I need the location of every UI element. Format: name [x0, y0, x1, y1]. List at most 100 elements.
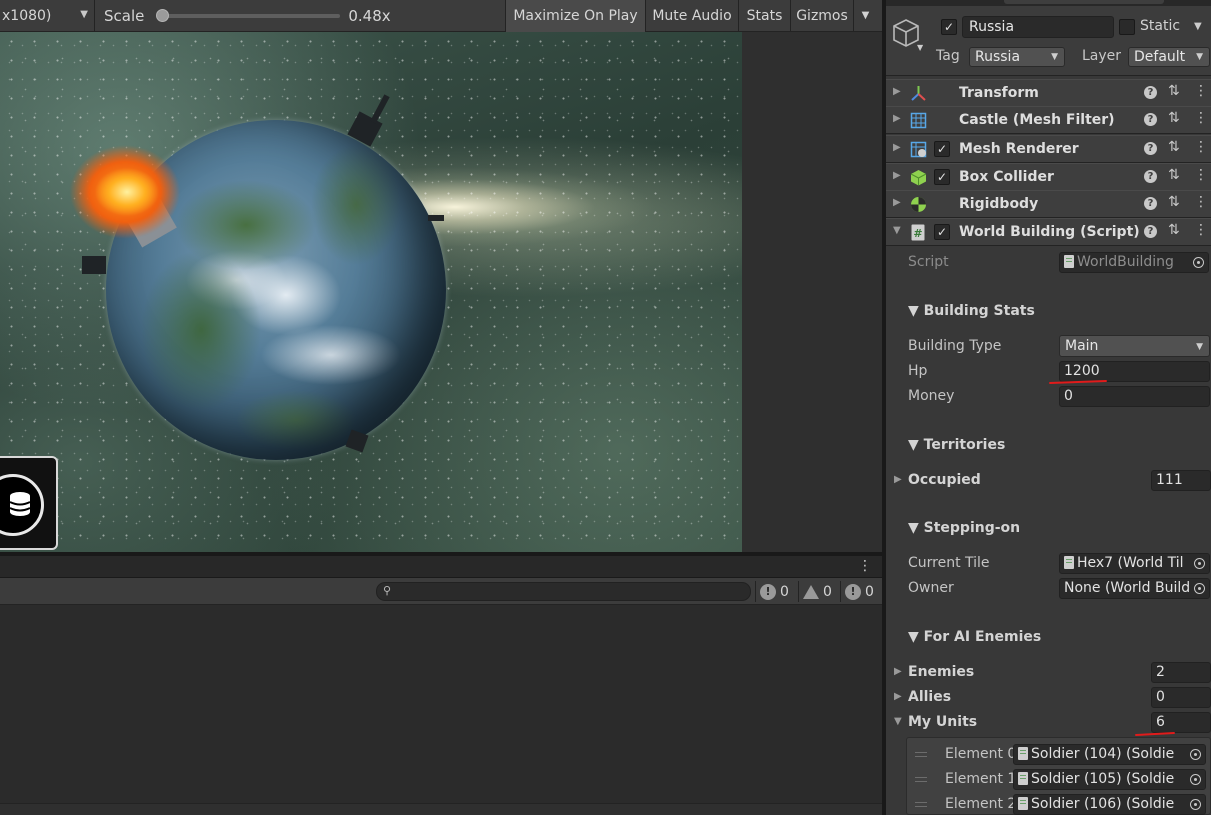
list-item[interactable]: Element 1 Soldier (105) (Soldie — [907, 767, 1211, 792]
maximize-on-play-button[interactable]: Maximize On Play — [505, 0, 645, 32]
box-collider-icon — [910, 170, 927, 186]
console-search-input[interactable]: ⚲ — [376, 582, 751, 601]
building-type-dropdown[interactable]: Main ▼ — [1059, 335, 1210, 357]
drag-handle-icon[interactable] — [915, 752, 927, 757]
console-scrollbar[interactable] — [0, 803, 882, 815]
stats-button[interactable]: Stats — [738, 0, 790, 32]
fold-arrow-icon[interactable]: ▶ — [893, 86, 901, 97]
tag-dropdown[interactable]: Russia ▼ — [969, 47, 1065, 67]
static-dropdown-icon[interactable]: ▼ — [1194, 21, 1202, 32]
console-error-toggle[interactable]: ! 0 — [840, 581, 874, 602]
inspector-tab[interactable] — [1004, 0, 1164, 4]
element-object-field[interactable]: Soldier (104) (Soldie — [1013, 744, 1206, 765]
drag-handle-icon[interactable] — [915, 777, 927, 782]
object-picker-icon[interactable] — [1189, 579, 1209, 598]
help-icon[interactable]: ? — [1144, 86, 1157, 99]
static-label: Static — [1140, 18, 1181, 34]
drag-handle-icon[interactable] — [915, 802, 927, 807]
fold-arrow-icon[interactable]: ▶ — [894, 691, 902, 702]
kebab-menu-icon[interactable]: ⋮ — [1194, 83, 1208, 99]
scale-slider-handle[interactable] — [156, 8, 170, 22]
gameobject-active-checkbox[interactable]: ✓ — [941, 19, 957, 35]
component-box-collider[interactable]: ▶ ✓ Box Collider ? ⇅ ⋮ — [886, 163, 1211, 191]
my-units-size-field[interactable]: 6 — [1151, 712, 1211, 733]
chevron-down-icon[interactable]: ▼ — [917, 43, 923, 52]
help-icon[interactable]: ? — [1144, 225, 1157, 238]
help-icon[interactable]: ? — [1144, 142, 1157, 155]
game-view-viewport[interactable] — [0, 32, 742, 552]
kebab-menu-icon[interactable]: ⋮ — [858, 558, 872, 574]
help-icon[interactable]: ? — [1144, 170, 1157, 183]
box-collider-enabled-checkbox[interactable]: ✓ — [934, 169, 950, 185]
object-picker-icon[interactable] — [1185, 745, 1205, 764]
kebab-menu-icon[interactable]: ⋮ — [1194, 167, 1208, 183]
allies-size-field[interactable]: 0 — [1151, 687, 1211, 708]
current-tile-label: Current Tile — [908, 555, 990, 571]
kebab-menu-icon[interactable]: ⋮ — [1194, 222, 1208, 238]
territories-header[interactable]: ▼ Territories — [908, 437, 1005, 453]
hp-field[interactable]: 1200 — [1059, 361, 1210, 382]
fold-arrow-icon[interactable]: ▶ — [893, 170, 901, 181]
object-picker-icon[interactable] — [1185, 770, 1205, 789]
preset-icon[interactable]: ⇅ — [1168, 110, 1180, 126]
layer-dropdown[interactable]: Default ▼ — [1128, 47, 1210, 67]
element-value: Soldier (106) (Soldie — [1031, 796, 1175, 812]
stepping-on-header[interactable]: ▼ Stepping-on — [908, 520, 1020, 536]
list-item[interactable]: Element 0 Soldier (104) (Soldie — [907, 742, 1211, 767]
kebab-menu-icon[interactable]: ⋮ — [1194, 194, 1208, 210]
current-tile-field[interactable]: Hex7 (World Til — [1059, 553, 1210, 574]
money-field[interactable]: 0 — [1059, 386, 1210, 407]
world-building-enabled-checkbox[interactable]: ✓ — [934, 224, 950, 240]
mute-audio-button[interactable]: Mute Audio — [645, 0, 738, 32]
mesh-renderer-enabled-checkbox[interactable]: ✓ — [934, 141, 950, 157]
component-mesh-renderer[interactable]: ▶ ✓ Mesh Renderer ? ⇅ ⋮ — [886, 135, 1211, 163]
preset-icon[interactable]: ⇅ — [1168, 222, 1180, 238]
kebab-menu-icon[interactable]: ⋮ — [1194, 110, 1208, 126]
preset-icon[interactable]: ⇅ — [1168, 167, 1180, 183]
list-item[interactable]: Element 2 Soldier (106) (Soldie — [907, 792, 1211, 815]
component-world-building-script[interactable]: ▼ # ✓ World Building (Script) ? ⇅ ⋮ — [886, 218, 1211, 246]
component-mesh-filter[interactable]: ▶ Castle (Mesh Filter) ? ⇅ ⋮ — [886, 106, 1211, 134]
element-object-field[interactable]: Soldier (106) (Soldie — [1013, 794, 1206, 815]
transform-icon — [911, 86, 926, 101]
fold-arrow-icon[interactable]: ▶ — [893, 142, 901, 153]
console-warning-toggle[interactable]: 0 — [798, 581, 832, 602]
fold-arrow-icon[interactable]: ▶ — [893, 113, 901, 124]
building-ui-badge[interactable] — [0, 456, 58, 550]
gameobject-cube-icon[interactable] — [892, 17, 920, 49]
preset-icon[interactable]: ⇅ — [1168, 83, 1180, 99]
mesh-renderer-icon — [910, 141, 927, 158]
occupied-size-field[interactable]: 111 — [1151, 470, 1211, 491]
kebab-menu-icon[interactable]: ⋮ — [1194, 139, 1208, 155]
static-checkbox[interactable] — [1119, 19, 1135, 35]
preset-icon[interactable]: ⇅ — [1168, 194, 1180, 210]
object-picker-icon[interactable] — [1188, 253, 1208, 272]
gizmos-dropdown-icon[interactable]: ▼ — [853, 0, 877, 32]
preset-icon[interactable]: ⇅ — [1168, 139, 1180, 155]
fold-arrow-expanded-icon[interactable]: ▼ — [894, 716, 902, 727]
object-picker-icon[interactable] — [1189, 554, 1209, 573]
script-asset-icon — [1018, 797, 1028, 810]
owner-field[interactable]: None (World Build — [1059, 578, 1210, 599]
gameobject-header: ▼ ✓ Russia Static ▼ Tag Russia ▼ Layer D… — [886, 6, 1211, 76]
help-icon[interactable]: ? — [1144, 113, 1157, 126]
object-picker-icon[interactable] — [1185, 795, 1205, 814]
console-log-area[interactable] — [0, 605, 882, 815]
help-icon[interactable]: ? — [1144, 197, 1157, 210]
fold-arrow-icon[interactable]: ▶ — [894, 474, 902, 485]
component-rigidbody[interactable]: ▶ Rigidbody ? ⇅ ⋮ — [886, 190, 1211, 218]
fold-arrow-icon[interactable]: ▶ — [893, 197, 901, 208]
enemies-size-field[interactable]: 2 — [1151, 662, 1211, 683]
resolution-dropdown[interactable]: x1080) ▼ — [0, 0, 95, 32]
gameobject-name-field[interactable]: Russia — [962, 16, 1114, 38]
building-stats-header[interactable]: ▼ Building Stats — [908, 303, 1035, 319]
ai-enemies-header[interactable]: ▼ For AI Enemies — [908, 629, 1041, 645]
gizmos-button[interactable]: Gizmos — [790, 0, 853, 32]
fold-arrow-expanded-icon[interactable]: ▼ — [893, 225, 901, 236]
fold-arrow-icon[interactable]: ▶ — [894, 666, 902, 677]
mesh-filter-icon — [910, 112, 927, 129]
element-object-field[interactable]: Soldier (105) (Soldie — [1013, 769, 1206, 790]
component-transform[interactable]: ▶ Transform ? ⇅ ⋮ — [886, 79, 1211, 107]
scale-slider[interactable] — [156, 8, 341, 22]
console-info-toggle[interactable]: ! 0 — [755, 581, 789, 602]
